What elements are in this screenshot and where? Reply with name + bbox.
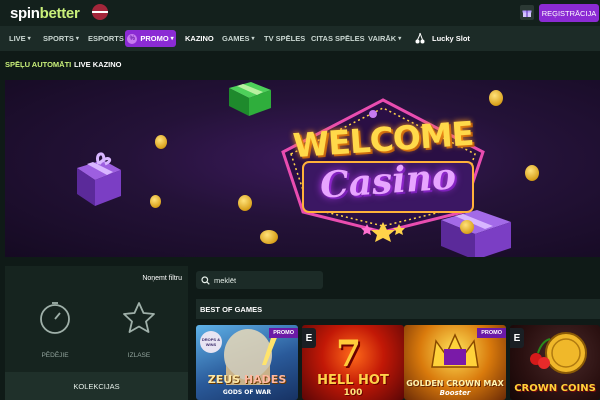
search-icon [201, 275, 210, 285]
game-subtitle: Booster [439, 389, 471, 397]
promo-badge: PROMO [269, 328, 298, 338]
promo-badge: PROMO [477, 328, 506, 338]
logo[interactable]: spinbetter [10, 5, 80, 22]
promo-banner[interactable]: WELCOME Casino [5, 80, 600, 257]
nav-item-sports[interactable]: SPORTS ▾ [43, 26, 79, 51]
filter-favorites[interactable]: IZLASE [109, 300, 169, 360]
reset-filter-link[interactable]: Noņemt filtru [142, 275, 182, 282]
tab-live-casino[interactable]: LIVE KAZINO [74, 60, 122, 69]
logo-text-better: better [39, 5, 80, 22]
nav-item-games[interactable]: GAMES ▾ [222, 26, 255, 51]
nav-item-label: ESPORTS [88, 34, 124, 43]
collections-button[interactable]: KOLEKCIJAS [5, 372, 188, 400]
welcome-casino-sign: WELCOME Casino [263, 92, 503, 242]
nav-item-label: CITAS SPĒLES [311, 34, 365, 43]
game-card[interactable]: DROPS & WINS PROMO ZEUS HADES GODS OF WA… [196, 325, 298, 400]
nav-item-kazino[interactable]: KAZINO [185, 26, 214, 51]
coin-icon [150, 195, 161, 208]
coin-icon [525, 165, 539, 181]
nav-item-live[interactable]: LIVE ▾ [9, 26, 31, 51]
nav-item-lucky-slot[interactable]: Lucky Slot [432, 26, 470, 51]
game-card[interactable]: PROMO GOLDEN CROWN MAX Booster [404, 325, 506, 400]
game-card[interactable]: E 7 HELL HOT 100 [302, 325, 404, 400]
nav-item-label: VAIRĀK [368, 34, 397, 43]
nav-item-promo[interactable]: % PROMO ▾ [125, 30, 176, 47]
game-subtitle: 100 [343, 388, 363, 398]
game-title: HELL HOT [317, 373, 389, 388]
filter-recent[interactable]: PĒDĒJIE [25, 300, 85, 360]
nav-item-other-games[interactable]: CITAS SPĒLES [311, 26, 365, 51]
clock-icon [40, 302, 70, 334]
search-input-container[interactable] [196, 271, 323, 289]
nav-item-label: LIVE [9, 34, 26, 43]
latvia-flag-icon[interactable] [92, 4, 108, 20]
nav-item-label: SPORTS [43, 34, 74, 43]
seven-icon: 7 [336, 333, 362, 375]
star-icon [123, 302, 155, 333]
gift-icon [73, 150, 125, 211]
filter-recent-label: PĒDĒJIE [41, 352, 69, 359]
games-section-header: BEST OF GAMES [196, 299, 600, 319]
coin-icon [238, 195, 252, 211]
cherry-icon[interactable] [415, 32, 425, 47]
logo-text-spin: spin [10, 5, 40, 22]
chevron-down-icon: ▾ [27, 36, 31, 42]
drops-wins-badge: DROPS & WINS [200, 331, 222, 353]
nav-item-label: TV SPĒLES [264, 34, 306, 43]
percent-icon: % [127, 33, 138, 44]
filter-favorites-label: IZLASE [127, 352, 151, 359]
nav-item-esports[interactable]: ESPORTS [88, 26, 124, 51]
section-title: BEST OF GAMES [200, 305, 263, 314]
chevron-down-icon: ▾ [398, 36, 402, 42]
nav-item-more[interactable]: VAIRĀK ▾ [368, 26, 401, 51]
game-subtitle: GODS OF WAR [222, 389, 272, 396]
nav-item-label: KAZINO [185, 34, 214, 43]
coin-icon [155, 135, 167, 149]
nav-item-tv-games[interactable]: TV SPĒLES [264, 26, 305, 51]
nav-item-label: Lucky Slot [432, 34, 470, 43]
chevron-down-icon: ▾ [251, 36, 255, 42]
chevron-down-icon: ▾ [75, 36, 79, 42]
main-nav: LIVE ▾ SPORTS ▾ ESPORTS % PROMO ▾ KAZINO GA… [0, 26, 600, 51]
game-title: ZEUS HADES [207, 373, 287, 386]
filter-panel: Noņemt filtru PĒDĒJIE IZLASE KOLEKCIJAS [5, 266, 188, 400]
gift-icon[interactable] [520, 5, 534, 20]
register-button[interactable]: REĢISTRĀCIJA [539, 4, 599, 22]
game-title: GOLDEN CROWN MAX [406, 379, 504, 388]
tab-slots[interactable]: SPĒĻU AUTOMĀTI [5, 60, 71, 69]
chevron-down-icon: ▾ [170, 36, 174, 42]
top-bar: spinbetter REĢISTRĀCIJA [0, 0, 600, 26]
game-title: CROWN COINS [514, 383, 596, 394]
nav-item-label: GAMES [222, 34, 250, 43]
game-card[interactable]: E CROWN COINS [510, 325, 600, 400]
search-input[interactable] [214, 275, 314, 285]
casino-subtabs: SPĒĻU AUTOMĀTI LIVE KAZINO [0, 51, 600, 79]
nav-item-label: PROMO [140, 34, 169, 43]
provider-badge: E [302, 328, 316, 348]
